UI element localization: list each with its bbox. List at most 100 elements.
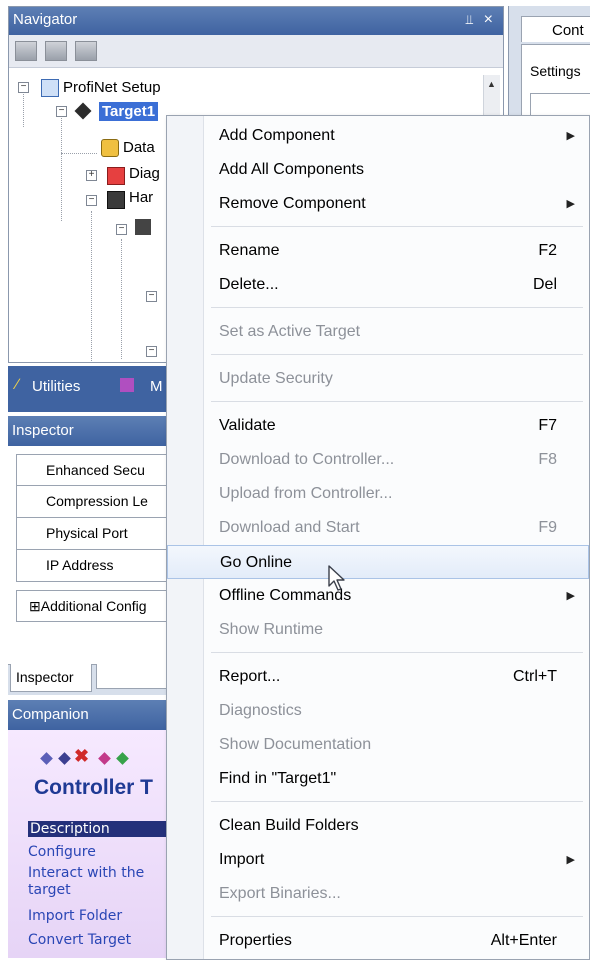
menu-item-label: Upload from Controller...	[219, 485, 393, 502]
menu-separator	[211, 801, 583, 802]
menu-item-label: Download to Controller...	[219, 451, 395, 468]
tree-item-diag[interactable]: Diag	[129, 165, 160, 182]
menu-separator	[211, 307, 583, 308]
menu-item-offline-commands[interactable]: Offline Commands ▶	[167, 579, 589, 613]
menu-item-label: Update Security	[219, 370, 333, 387]
inspector-row-ip-address[interactable]: IP Address	[16, 550, 176, 582]
diamond-icon-3	[98, 752, 111, 765]
module-view-icon[interactable]	[75, 41, 97, 61]
menu-item-label: Clean Build Folders	[219, 817, 359, 834]
navigator-toolbar	[9, 35, 503, 68]
menu-shortcut: F7	[538, 417, 557, 434]
inspector-row-physical-port[interactable]: Physical Port	[16, 518, 176, 550]
pin-icon[interactable]: ⫫	[466, 7, 473, 33]
diamond-icon-2	[58, 752, 71, 765]
submenu-arrow-icon: ▶	[566, 854, 575, 866]
navigator-title: Navigator	[13, 11, 78, 28]
target-diamond-icon	[74, 102, 92, 120]
menu-shortcut: Alt+Enter	[490, 932, 557, 949]
diamond-icon-4	[116, 752, 129, 765]
submenu-arrow-icon: ▶	[566, 198, 575, 210]
tree-item-profinet-setup[interactable]: ProfiNet Setup	[63, 79, 161, 96]
menu-shortcut: F9	[538, 519, 557, 536]
menu-separator	[211, 401, 583, 402]
menu-item-properties[interactable]: Properties Alt+Enter	[167, 924, 589, 958]
menu-item-label: Download and Start	[219, 519, 360, 536]
editor-tab-label: Cont	[552, 22, 584, 39]
menu-separator	[211, 226, 583, 227]
menu-item-label: Import	[219, 851, 265, 868]
companion-heading: Controller T	[34, 776, 153, 799]
menu-shortcut: F8	[538, 451, 557, 468]
inspector-tabbar: Inspector	[8, 664, 178, 695]
companion-link-description[interactable]: Description	[28, 821, 178, 837]
expander-target1[interactable]: −	[56, 106, 67, 117]
book-icon	[120, 378, 134, 392]
context-menu: Add Component ▶ Add All Components Remove…	[166, 115, 590, 960]
menu-item-find-in-target[interactable]: Find in "Target1"	[167, 762, 589, 796]
inspector-row-compression-level[interactable]: Compression Le	[16, 486, 176, 518]
menu-item-add-component[interactable]: Add Component ▶	[167, 119, 589, 153]
companion-link-interact-target[interactable]: target	[28, 882, 71, 898]
submenu-arrow-icon: ▶	[566, 590, 575, 602]
grid-view-icon[interactable]	[15, 41, 37, 61]
utilities-tabstrip: ∕ Utilities M	[8, 366, 178, 412]
tree-item-target1[interactable]: Target1	[99, 102, 159, 121]
menu-item-rename[interactable]: Rename F2	[167, 234, 589, 268]
menu-item-add-all-components[interactable]: Add All Components	[167, 153, 589, 187]
companion-link-interact[interactable]: Interact with the	[28, 865, 144, 881]
menu-item-validate[interactable]: Validate F7	[167, 409, 589, 443]
menu-item-set-active-target: Set as Active Target	[167, 315, 589, 349]
rack-icon	[135, 219, 151, 235]
menu-item-label: Add All Components	[219, 161, 364, 178]
utilities-tab[interactable]: Utilities	[32, 378, 80, 395]
companion-body: ✖ Controller T Description Configure Int…	[8, 730, 178, 958]
tree-item-hardware[interactable]: Har	[129, 189, 153, 206]
navigator-header: Navigator ⫫ ×	[9, 7, 503, 35]
menu-item-upload-from-controller: Upload from Controller...	[167, 477, 589, 511]
menu-item-clean-build-folders[interactable]: Clean Build Folders	[167, 809, 589, 843]
tree-item-data[interactable]: Data	[123, 139, 155, 156]
menu-item-delete[interactable]: Delete... Del	[167, 268, 589, 302]
companion-link-import-folder[interactable]: Import Folder	[28, 908, 122, 924]
menu-item-show-documentation: Show Documentation	[167, 728, 589, 762]
diagnostics-icon	[107, 167, 125, 185]
menu-item-label: Remove Component	[219, 195, 366, 212]
close-icon[interactable]: ×	[484, 7, 493, 33]
menu-item-import[interactable]: Import ▶	[167, 843, 589, 877]
inspector-tab[interactable]: Inspector	[10, 664, 92, 692]
expander-node-a[interactable]: −	[146, 291, 157, 302]
menu-item-download-to-controller: Download to Controller... F8	[167, 443, 589, 477]
collapse-icon[interactable]	[45, 41, 67, 61]
companion-header: Companion	[8, 700, 178, 730]
expander-rack[interactable]: −	[116, 224, 127, 235]
menu-item-label: Validate	[219, 417, 276, 434]
inspector-tab-label: Inspector	[16, 669, 74, 685]
expander-node-b[interactable]: −	[146, 346, 157, 357]
menu-item-label: Properties	[219, 932, 292, 949]
expander-diag[interactable]: +	[86, 170, 97, 181]
menu-separator	[211, 652, 583, 653]
companion-link-convert-target[interactable]: Convert Target	[28, 932, 131, 948]
expander-hardware[interactable]: −	[86, 195, 97, 206]
editor-tab[interactable]: Cont	[521, 16, 590, 42]
m-tab[interactable]: M	[150, 378, 163, 395]
menu-item-label: Delete...	[219, 276, 279, 293]
menu-item-download-and-start: Download and Start F9	[167, 511, 589, 545]
expander-profinet[interactable]: −	[18, 82, 29, 93]
inspector-row-additional-config[interactable]: ⊞Additional Config	[16, 590, 176, 622]
menu-item-remove-component[interactable]: Remove Component ▶	[167, 187, 589, 221]
settings-label: Settings	[530, 63, 581, 79]
menu-item-label: Go Online	[220, 554, 293, 571]
menu-item-go-online[interactable]: Go Online	[167, 545, 589, 579]
companion-link-configure[interactable]: Configure	[28, 844, 96, 860]
menu-item-report[interactable]: Report... Ctrl+T	[167, 660, 589, 694]
menu-item-label: Find in "Target1"	[219, 770, 337, 787]
inspector-row-enhanced-security[interactable]: Enhanced Secu	[16, 454, 176, 486]
menu-separator	[211, 354, 583, 355]
menu-item-label: Show Runtime	[219, 621, 324, 638]
mouse-cursor-icon	[328, 565, 345, 591]
menu-item-update-security: Update Security	[167, 362, 589, 396]
scroll-up-icon[interactable]: ▲	[487, 79, 496, 89]
menu-separator	[211, 916, 583, 917]
